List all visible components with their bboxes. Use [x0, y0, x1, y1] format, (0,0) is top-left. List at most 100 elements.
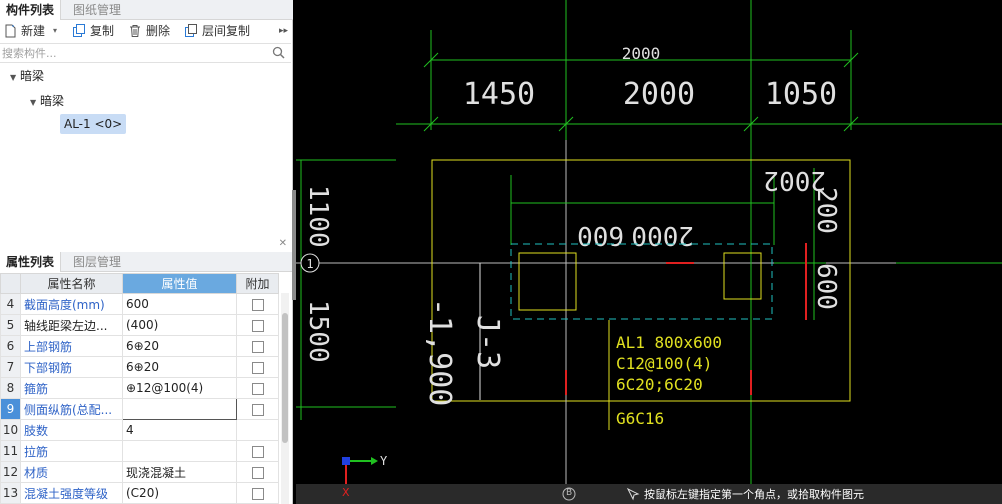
row-index: 10 — [0, 419, 21, 441]
column-right — [723, 252, 762, 300]
column-left — [518, 252, 577, 311]
property-row[interactable]: 10 肢数 4 — [0, 419, 279, 441]
axis-1-label: 1 — [306, 257, 313, 271]
new-button-label: 新建 — [21, 24, 46, 38]
tab-component-list[interactable]: 构件列表 — [0, 0, 62, 20]
search-icon[interactable] — [272, 46, 285, 59]
property-row[interactable]: 8 箍筋 ⊕12@100(4) — [0, 377, 279, 399]
dim-1500: 1500 — [303, 300, 333, 363]
search-input[interactable] — [2, 45, 267, 62]
cursor-icon — [626, 487, 640, 501]
tab-layer-manager[interactable]: 图层管理 — [67, 252, 127, 272]
extra-checkbox[interactable] — [251, 445, 264, 458]
copy-button[interactable]: 复制 — [72, 22, 120, 40]
property-value[interactable]: (C20) — [122, 482, 237, 504]
ucs-y-label: Y — [380, 454, 388, 468]
drawing: 2000 1450 2000 1050 1100 1500 1 600 2000 — [296, 0, 1002, 484]
property-value[interactable]: (400) — [122, 314, 237, 336]
close-icon[interactable]: ✕ — [279, 238, 287, 249]
expand-arrow-icon[interactable]: ▼ — [30, 94, 40, 112]
floor-copy-icon — [185, 24, 197, 37]
expand-arrow-icon[interactable]: ▼ — [10, 69, 20, 87]
annotation-line-3: 6C20;6C20 — [616, 375, 703, 394]
property-row[interactable]: 6 上部钢筋 6⊕20 — [0, 335, 279, 357]
extra-checkbox[interactable] — [251, 466, 264, 479]
dimension-left-texts: 1100 1500 — [303, 185, 333, 363]
property-name: 下部钢筋 — [20, 356, 123, 378]
tab-property-list[interactable]: 属性列表 — [0, 252, 62, 272]
property-row[interactable]: 13 混凝土强度等级 (C20) — [0, 482, 279, 504]
tree-node-child[interactable]: ▼ 暗梁 — [30, 92, 64, 110]
beam-outline — [510, 243, 773, 320]
row-index: 8 — [0, 377, 21, 399]
inner-dimension-texts: 600 2000 2002 200 600 — [577, 165, 841, 310]
annotation-line-1: AL1 800x600 — [616, 333, 722, 352]
elevation-texts: -1,900 J-3 — [422, 298, 505, 406]
property-name: 材质 — [20, 461, 123, 483]
extra-checkbox[interactable] — [251, 340, 264, 353]
new-dropdown-chevron-icon[interactable]: ▾ — [53, 22, 57, 40]
extra-cell — [236, 398, 279, 420]
property-value[interactable]: 4 — [122, 419, 237, 441]
status-bar: B 按鼠标左键指定第一个角点，或拾取构件图元 X — [296, 484, 1002, 504]
dim-inner-600-right: 600 — [811, 263, 841, 310]
extra-checkbox[interactable] — [251, 487, 264, 500]
property-row[interactable]: 5 轴线距梁左边... (400) — [0, 314, 279, 336]
delete-button-label: 删除 — [146, 24, 171, 38]
component-toolbar: 新建 ▾ 复制 删除 层间复制 ▸▸ — [0, 20, 293, 42]
ucs-icon: Y — [342, 454, 388, 484]
extra-checkbox[interactable] — [251, 403, 264, 416]
property-scrollbar[interactable] — [281, 293, 289, 504]
property-name: 轴线距梁左边... — [20, 314, 123, 336]
property-value[interactable] — [122, 398, 237, 420]
header-extra: 附加 — [236, 273, 279, 294]
copy-icon — [73, 24, 85, 37]
property-row[interactable]: 11 拉筋 — [0, 440, 279, 462]
row-index: 4 — [0, 293, 21, 315]
tab-drawing-manager[interactable]: 图纸管理 — [67, 0, 127, 20]
status-hint: 按鼠标左键指定第一个角点，或拾取构件图元 — [644, 488, 864, 501]
floor-copy-button[interactable]: 层间复制 — [184, 22, 256, 40]
property-name: 混凝土强度等级 — [20, 482, 123, 504]
extra-checkbox[interactable] — [251, 361, 264, 374]
property-name: 箍筋 — [20, 377, 123, 399]
property-row[interactable]: 4 截面高度(mm) 600 — [0, 293, 279, 315]
extra-cell — [236, 356, 279, 378]
property-value[interactable]: ⊕12@100(4) — [122, 377, 237, 399]
dim-1450: 1450 — [463, 77, 535, 112]
elevation-label: -1,900 — [422, 298, 457, 406]
property-value[interactable]: 600 — [122, 293, 237, 315]
property-value[interactable]: 6⊕20 — [122, 356, 237, 378]
property-value[interactable]: 6⊕20 — [122, 335, 237, 357]
row-index: 6 — [0, 335, 21, 357]
tree-node-root[interactable]: ▼ 暗梁 — [10, 67, 44, 85]
dim-inner-2000: 2000 — [631, 220, 694, 250]
dim-inner-600: 600 — [577, 220, 624, 250]
tree-child-label: 暗梁 — [40, 94, 65, 108]
extra-cell — [236, 440, 279, 462]
property-row[interactable]: 12 材质 现浇混凝土 — [0, 461, 279, 483]
extra-checkbox[interactable] — [251, 319, 264, 332]
tree-root-label: 暗梁 — [20, 69, 45, 83]
extra-checkbox[interactable] — [251, 382, 264, 395]
new-button[interactable]: 新建 ▾ — [3, 22, 61, 40]
property-row[interactable]: 9 侧面纵筋(总配... — [0, 398, 279, 420]
property-header-row: 属性名称 属性值 附加 — [0, 273, 279, 294]
property-value[interactable]: 现浇混凝土 — [122, 461, 237, 483]
scrollbar-thumb[interactable] — [282, 313, 288, 443]
header-value[interactable]: 属性值 — [122, 273, 237, 294]
delete-button[interactable]: 删除 — [128, 22, 176, 40]
property-name: 截面高度(mm) — [20, 293, 123, 315]
dim-overall: 2000 — [622, 44, 661, 63]
beam-annotation: AL1 800x600 C12@100(4) 6C20;6C20 G6C16 — [616, 333, 722, 428]
toolbar-overflow-icon[interactable]: ▸▸ — [279, 22, 291, 40]
tag-label: J-3 — [470, 315, 505, 369]
property-row[interactable]: 7 下部钢筋 6⊕20 — [0, 356, 279, 378]
dim-2000: 2000 — [623, 77, 695, 112]
extra-checkbox[interactable] — [251, 298, 264, 311]
axis-b-label: B — [566, 488, 573, 498]
tree-item-al-1[interactable]: AL-1 <0> — [60, 114, 127, 134]
extra-cell — [236, 419, 279, 441]
property-value[interactable] — [122, 440, 237, 462]
cad-canvas[interactable]: 2000 1450 2000 1050 1100 1500 1 600 2000 — [296, 0, 1002, 504]
